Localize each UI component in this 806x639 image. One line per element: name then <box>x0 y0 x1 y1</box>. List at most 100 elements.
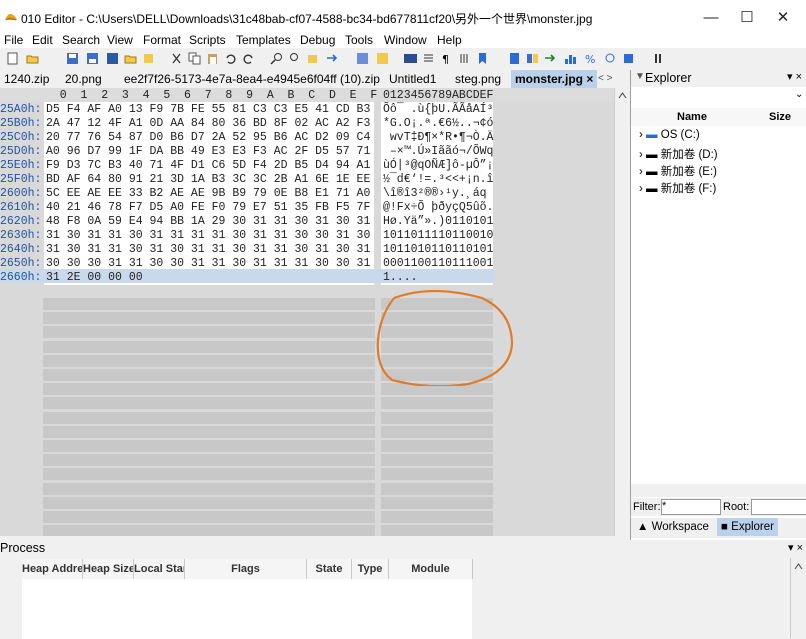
row-hex-bytes[interactable]: 2A 47 12 4F A1 0D AA 84 80 36 BD 8F 02 A… <box>46 117 370 130</box>
menu-scripts[interactable]: Scripts <box>189 33 226 47</box>
panel-menu-icon[interactable]: ▾ × <box>787 70 802 83</box>
root-input[interactable] <box>751 499 806 515</box>
tab-workspace[interactable]: ▲ Workspace <box>637 521 709 533</box>
row-ascii[interactable]: ½¯d€‘!=.³<<+¡n.î <box>383 173 493 186</box>
process-panel-menu-icon[interactable]: ▾ × <box>788 541 803 554</box>
pilcrow-icon[interactable]: ¶ <box>440 52 453 65</box>
col-flags[interactable]: Flags <box>185 559 307 579</box>
find-in-files-icon[interactable] <box>306 52 319 65</box>
explorer-path-combo[interactable]: ⌄ <box>631 89 806 105</box>
expand-arrow-icon[interactable]: › <box>639 149 643 161</box>
find-replace-icon[interactable] <box>288 52 301 65</box>
cut-icon[interactable] <box>170 52 183 65</box>
menu-window[interactable]: Window <box>384 33 427 47</box>
columns-icon[interactable] <box>458 52 471 65</box>
row-ascii[interactable]: wvT‡Ð¶×*R•¶¬Ò.Ä <box>383 131 494 144</box>
expand-arrow-icon[interactable]: › <box>639 129 643 141</box>
row-hex-bytes[interactable]: 31 30 31 31 30 31 31 31 31 30 31 31 30 3… <box>46 229 370 242</box>
row-ascii[interactable]: Õô¯ .ù{þU.ÃÃåAÍ³ <box>383 103 493 116</box>
tab-monster-jpg[interactable]: monster.jpg × <box>511 70 598 88</box>
properties-icon[interactable] <box>142 52 155 65</box>
col-type[interactable]: Type <box>352 559 389 579</box>
goto-icon[interactable] <box>326 52 339 65</box>
row-hex-bytes[interactable]: 48 F8 0A 59 E4 94 BB 1A 29 30 31 31 30 3… <box>46 215 370 228</box>
paste-icon[interactable] <box>206 52 219 65</box>
col-heap-size[interactable]: Heap Size <box>83 559 134 579</box>
bookmark-icon[interactable] <box>476 52 489 65</box>
tab-scroll-arrows-icon[interactable]: < > <box>598 70 612 88</box>
open-folder-icon[interactable] <box>26 52 39 65</box>
row-hex-bytes[interactable]: D5 F4 AF A0 13 F9 7B FE 55 81 C3 C3 E5 4… <box>46 103 370 116</box>
tree-item-d[interactable]: › ▬ 新加卷 (D:) <box>639 146 718 162</box>
template-icon[interactable] <box>356 52 369 65</box>
tab-steg-png[interactable]: steg.png <box>455 70 501 88</box>
menu-debug[interactable]: Debug <box>300 33 335 47</box>
row-ascii[interactable]: 1011010110110101 <box>383 243 493 256</box>
close-button[interactable]: ✕ <box>760 5 806 31</box>
folder-icon[interactable] <box>124 52 137 65</box>
tree-item-e[interactable]: › ▬ 新加卷 (E:) <box>639 163 717 179</box>
size-column[interactable]: Size <box>769 111 791 123</box>
plugin-icon[interactable] <box>622 52 635 65</box>
menu-tools[interactable]: Tools <box>345 33 373 47</box>
process-scrollbar[interactable] <box>790 558 806 638</box>
save-icon[interactable] <box>66 52 79 65</box>
name-column[interactable]: Name <box>677 111 707 123</box>
redo-icon[interactable] <box>242 52 255 65</box>
save-all-icon[interactable] <box>86 52 99 65</box>
tab-zip-archive[interactable]: ee2f7f26-5173-4e7a-8ea4-e4945e6f04ff (10… <box>124 70 380 88</box>
hex-view-icon[interactable] <box>404 52 417 65</box>
tab-untitled1[interactable]: Untitled1 <box>389 70 436 88</box>
row-hex-bytes[interactable]: F9 D3 7C B3 40 71 4F D1 C6 5D F4 2D B5 D… <box>46 159 370 172</box>
row-ascii[interactable]: @!Fx÷Õ þðyçQ5ûõ. <box>383 201 493 214</box>
tools-icon[interactable] <box>604 52 617 65</box>
close-tab-icon[interactable]: × <box>586 72 593 86</box>
menu-file[interactable]: File <box>4 33 23 47</box>
row-ascii[interactable]: \î®î3²®®›¹y.¸áq <box>383 187 493 200</box>
menu-edit[interactable]: Edit <box>32 33 53 47</box>
col-module[interactable]: Module <box>389 559 473 579</box>
row-ascii[interactable]: 0001100110111001 <box>383 257 493 270</box>
menu-search[interactable]: Search <box>62 33 100 47</box>
row-ascii[interactable]: *G.O¡.ª.€6½..¬¢ó <box>383 117 493 130</box>
checksum-icon[interactable] <box>544 52 557 65</box>
row-hex-bytes[interactable]: 31 30 31 31 30 31 30 31 31 30 31 31 30 3… <box>46 243 370 256</box>
filter-input[interactable]: * <box>661 499 721 515</box>
save-as-icon[interactable] <box>106 52 119 65</box>
undo-icon[interactable] <box>224 52 237 65</box>
row-ascii[interactable]: ùÓ|³@qOÑÆ]ô-µÔ”¡ <box>383 159 493 172</box>
tree-item-f[interactable]: › ▬ 新加卷 (F:) <box>639 180 716 196</box>
compare-icon[interactable] <box>526 52 539 65</box>
row-ascii[interactable]: Hø.Yä”».)0110101 <box>383 215 493 228</box>
col-state[interactable]: State <box>307 559 352 579</box>
expand-arrow-icon[interactable]: › <box>639 183 643 195</box>
row-ascii[interactable]: –×™.Ú»Iããó¬/ÕWq <box>383 145 494 158</box>
row-hex-bytes[interactable]: 31 2E 00 00 00 <box>46 271 143 284</box>
editor-scrollbar[interactable] <box>614 88 630 536</box>
new-file-icon[interactable] <box>6 52 19 65</box>
menu-view[interactable]: View <box>107 33 133 47</box>
scroll-up-icon[interactable] <box>618 92 627 99</box>
pause-icon[interactable] <box>652 52 665 65</box>
tree-item-c[interactable]: › ▬ OS (C:) <box>639 129 700 141</box>
text-view-icon[interactable] <box>422 52 435 65</box>
path-dropdown-icon[interactable]: ⌄ <box>795 89 803 100</box>
col-local-start[interactable]: Local Start <box>134 559 185 579</box>
hex-editor[interactable]: 0 1 2 3 4 5 6 7 8 9 A B C D E F 01234567… <box>0 88 614 536</box>
menu-format[interactable]: Format <box>143 33 181 47</box>
row-hex-bytes[interactable]: 30 30 30 31 31 30 30 31 31 30 31 31 31 3… <box>46 257 370 270</box>
percent-icon[interactable]: % <box>584 52 597 65</box>
menu-help[interactable]: Help <box>437 33 462 47</box>
row-ascii[interactable]: 1.... <box>383 271 418 284</box>
tab-20-png[interactable]: 20.png <box>65 70 102 88</box>
process-table[interactable]: Heap Address Heap Size Local Start Flags… <box>22 559 473 639</box>
copy-icon[interactable] <box>188 52 201 65</box>
row-hex-bytes[interactable]: BD AF 64 80 91 21 3D 1A B3 3C 3C 2B A1 6… <box>46 173 370 186</box>
expand-arrow-icon[interactable]: › <box>639 166 643 178</box>
col-heap-address[interactable]: Heap Address <box>22 559 83 579</box>
scroll-up-icon[interactable] <box>794 563 803 570</box>
calculator-icon[interactable] <box>508 52 521 65</box>
row-hex-bytes[interactable]: A0 96 D7 99 1F DA BB 49 E3 E3 F3 AC 2F D… <box>46 145 370 158</box>
row-hex-bytes[interactable]: 40 21 46 78 F7 D5 A0 FE F0 79 E7 51 35 F… <box>46 201 370 214</box>
row-hex-bytes[interactable]: 5C EE AE EE 33 B2 AE AE 9B B9 79 0E B8 E… <box>46 187 370 200</box>
